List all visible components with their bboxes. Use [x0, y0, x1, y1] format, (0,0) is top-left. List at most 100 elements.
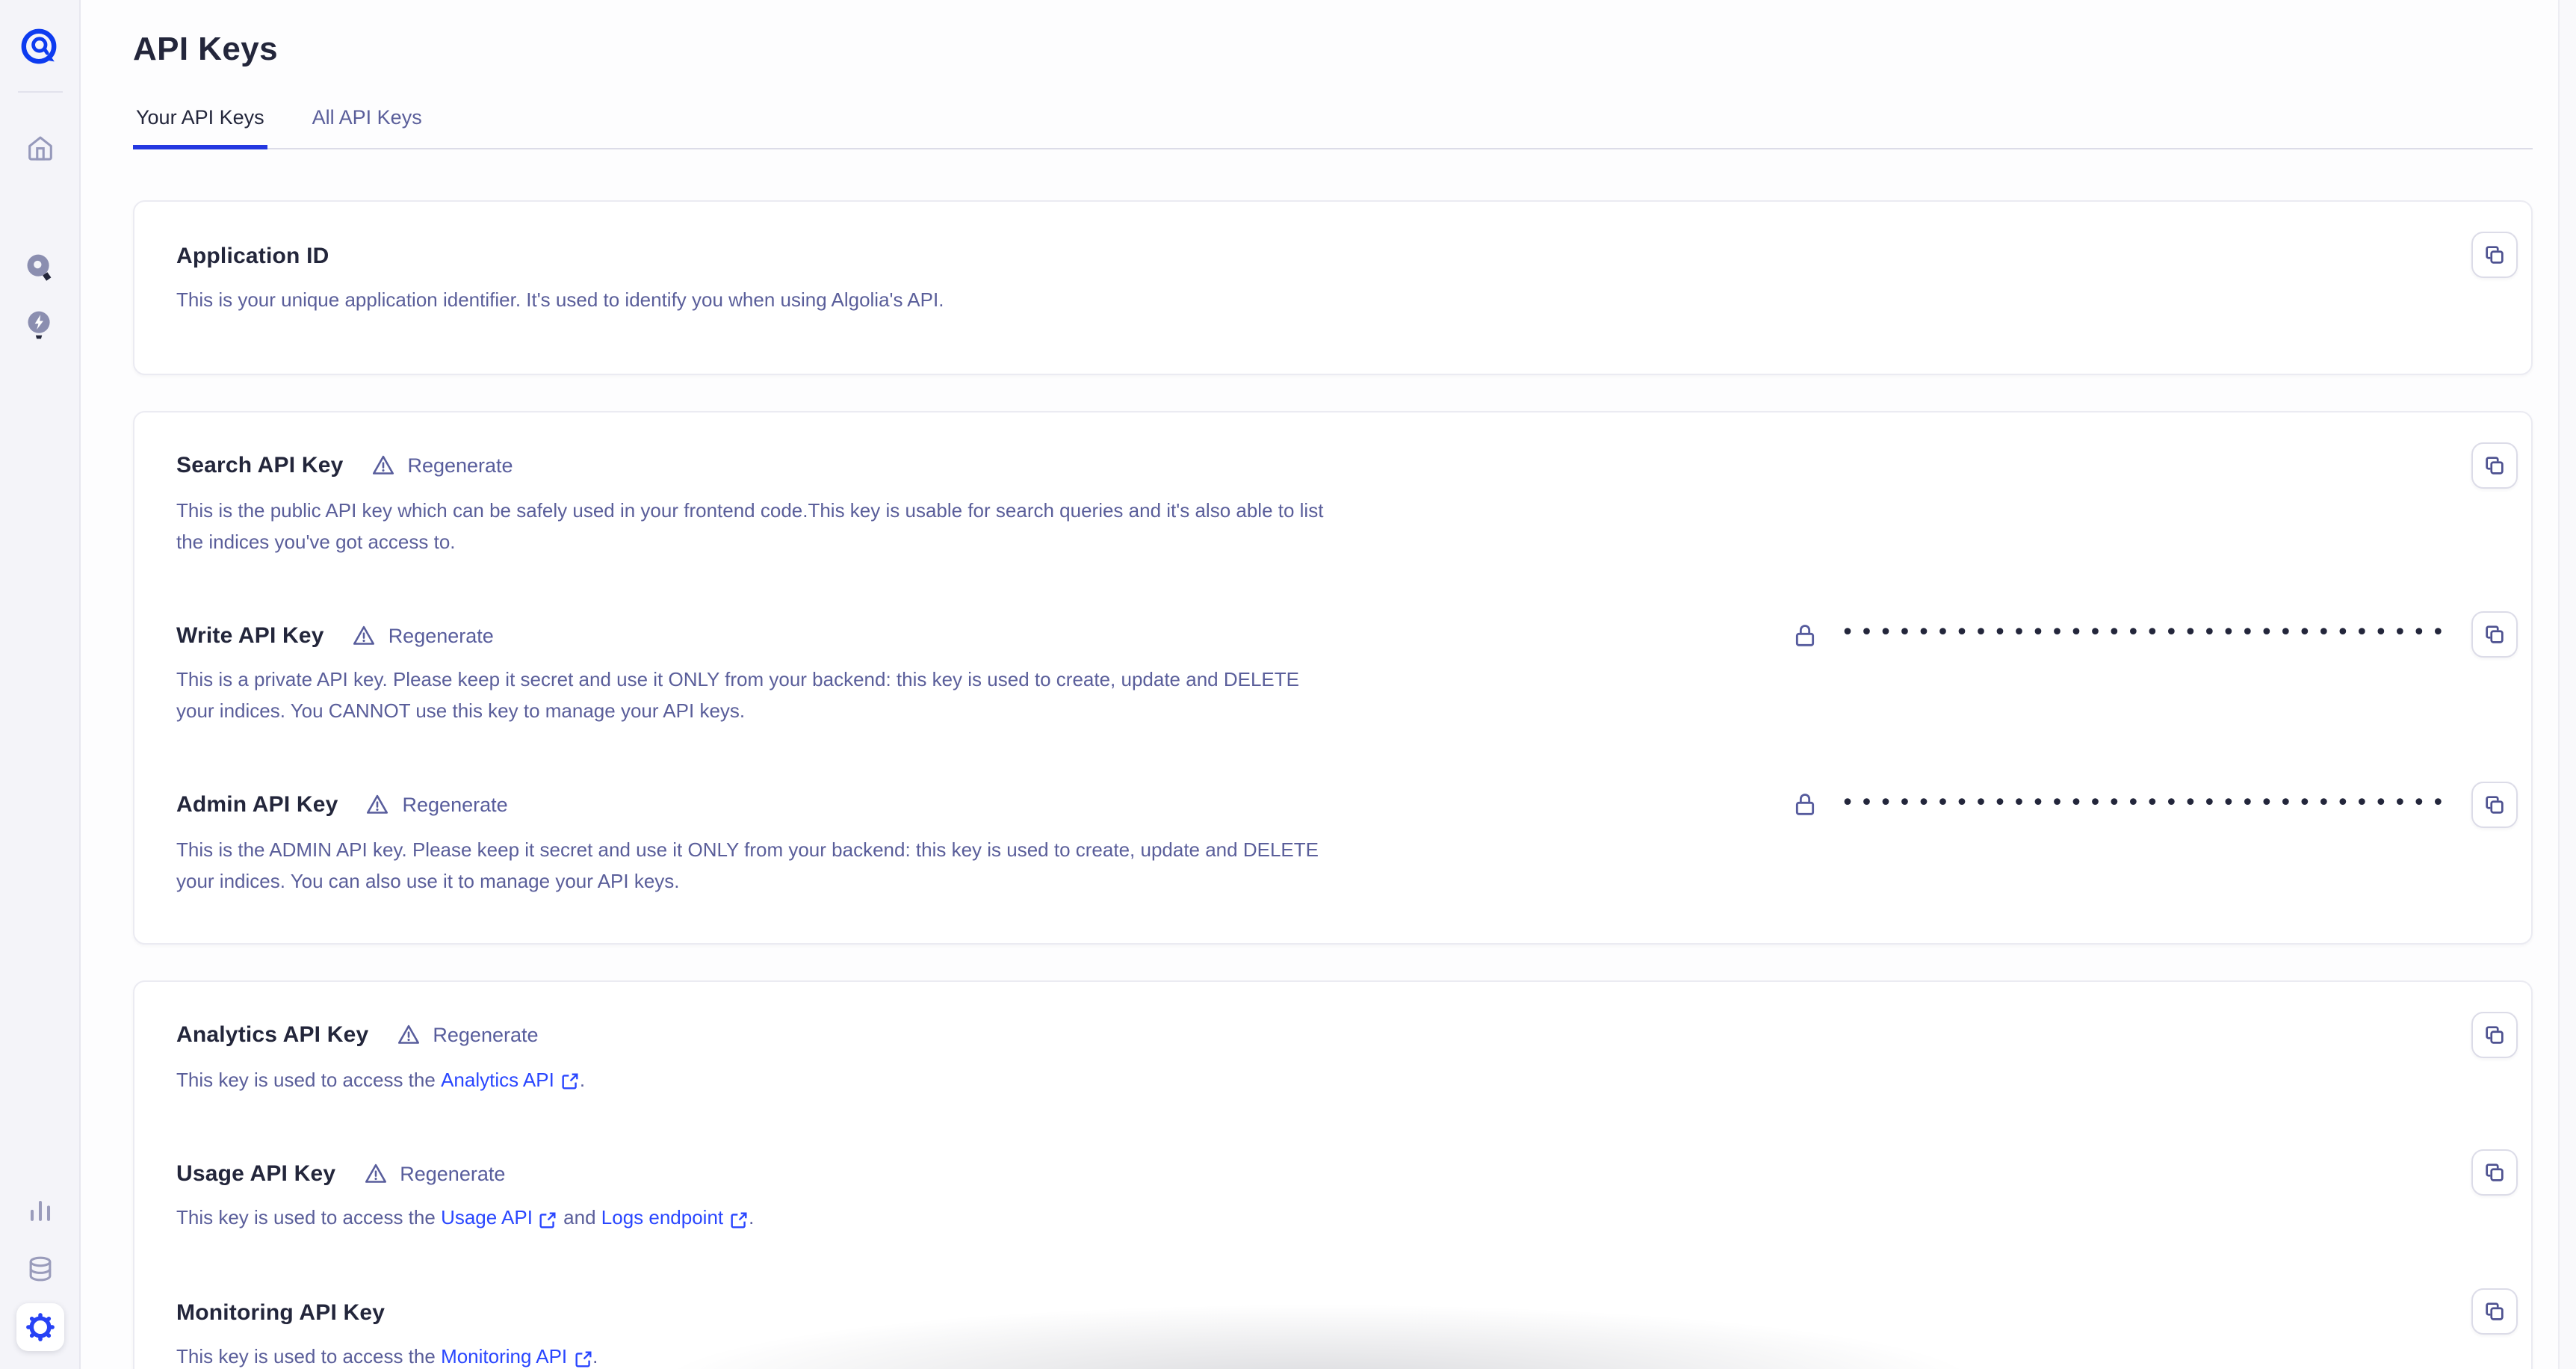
regenerate-analytics-key-button[interactable]: Regenerate	[395, 1022, 538, 1048]
monitoring-api-link[interactable]: Monitoring API	[441, 1342, 592, 1369]
masked-api-key-value: ••••••••••••••••••••••••••••••••	[1841, 622, 2450, 645]
usage-api-key-description: This key is used to access the Usage API…	[176, 1204, 754, 1235]
copy-icon	[2482, 1299, 2507, 1324]
copy-button[interactable]	[2471, 232, 2518, 278]
sidebar-middle-group	[16, 244, 64, 348]
regenerate-label: Regenerate	[388, 625, 494, 647]
warning-icon	[362, 1161, 388, 1187]
copy-button[interactable]	[2471, 782, 2518, 828]
application-id-description: This is your unique application identifi…	[176, 285, 944, 317]
external-link-icon	[729, 1211, 749, 1230]
section-title-application-id: Application ID	[176, 243, 329, 268]
sidebar-item-data[interactable]	[16, 1245, 64, 1293]
regenerate-search-key-button[interactable]: Regenerate	[370, 454, 513, 479]
regenerate-label: Regenerate	[400, 1163, 505, 1185]
regenerate-label: Regenerate	[403, 794, 508, 817]
section-title-write-api-key: Write API Key	[176, 623, 324, 649]
usage-api-link[interactable]: Usage API	[441, 1204, 558, 1235]
tab-all-api-keys[interactable]: All API Keys	[309, 106, 425, 149]
description-text: This key is used to access the	[176, 1207, 441, 1229]
write-api-key-description: This is a private API key. Please keep i…	[176, 666, 1342, 728]
section-title-usage-api-key: Usage API Key	[176, 1161, 335, 1187]
sidebar-item-search[interactable]	[16, 244, 64, 291]
regenerate-admin-key-button[interactable]: Regenerate	[365, 793, 508, 818]
section-title-search-api-key: Search API Key	[176, 454, 343, 479]
copy-icon	[2482, 242, 2507, 268]
copy-icon	[2482, 1022, 2507, 1047]
description-text: .	[749, 1207, 754, 1229]
external-link-icon	[560, 1072, 580, 1091]
sidebar-item-recommend[interactable]	[16, 300, 64, 348]
secondary-api-keys-card: Analytics API Key Regenerate This key is…	[133, 980, 2533, 1369]
copy-button[interactable]	[2471, 1288, 2518, 1335]
tab-your-api-keys[interactable]: Your API Keys	[133, 106, 267, 149]
sidebar-item-analytics[interactable]	[16, 1187, 64, 1234]
scrollbar-gutter	[2558, 0, 2576, 1369]
main-content: API Keys Your API Keys All API Keys Appl…	[81, 0, 2576, 1369]
regenerate-label: Regenerate	[407, 455, 513, 478]
section-title-admin-api-key: Admin API Key	[176, 793, 338, 818]
monitoring-api-key-section: Monitoring API Key This key is used to a…	[176, 1297, 2518, 1369]
warning-icon	[365, 793, 391, 818]
gear-icon	[23, 1311, 56, 1344]
copy-button[interactable]	[2471, 1150, 2518, 1196]
sidebar	[0, 0, 81, 1369]
copy-icon	[2482, 1161, 2507, 1186]
copy-button[interactable]	[2471, 442, 2518, 489]
regenerate-label: Regenerate	[433, 1024, 538, 1046]
description-text: and	[558, 1207, 601, 1229]
sidebar-item-home[interactable]	[16, 124, 64, 172]
sidebar-item-settings[interactable]	[16, 1303, 64, 1351]
lock-icon	[1790, 620, 1820, 650]
lightbulb-bolt-icon	[22, 307, 57, 342]
copy-icon	[2482, 453, 2507, 478]
admin-api-key-description: This is the ADMIN API key. Please keep i…	[176, 835, 1342, 897]
analytics-api-key-section: Analytics API Key Regenerate This key is…	[176, 1020, 2518, 1096]
copy-icon	[2482, 622, 2507, 648]
copy-icon	[2482, 792, 2507, 818]
application-id-card: Application ID This is your unique appli…	[133, 200, 2533, 375]
external-link-icon	[539, 1211, 558, 1230]
algolia-logo[interactable]	[17, 24, 62, 69]
application-id-section: Application ID This is your unique appli…	[176, 241, 2518, 317]
lock-icon	[1790, 790, 1820, 820]
search-magnifier-icon	[22, 250, 57, 285]
link-label: Logs endpoint	[601, 1204, 723, 1235]
admin-api-key-section: Admin API Key Regenerate This is the ADM…	[176, 791, 2518, 897]
main-api-keys-card: Search API Key Regenerate This is the pu…	[133, 411, 2533, 945]
warning-icon	[395, 1022, 421, 1048]
monitoring-api-key-description: This key is used to access the Monitorin…	[176, 1342, 598, 1369]
regenerate-usage-key-button[interactable]: Regenerate	[362, 1161, 505, 1187]
section-title-monitoring-api-key: Monitoring API Key	[176, 1300, 385, 1325]
description-text: This key is used to access the	[176, 1068, 441, 1090]
tab-bar: Your API Keys All API Keys	[133, 106, 2533, 149]
link-label: Monitoring API	[441, 1342, 567, 1369]
bar-chart-icon	[23, 1194, 56, 1227]
warning-icon	[370, 454, 395, 479]
regenerate-write-key-button[interactable]: Regenerate	[351, 623, 494, 649]
warning-icon	[351, 623, 377, 649]
section-title-analytics-api-key: Analytics API Key	[176, 1022, 368, 1048]
sidebar-divider	[17, 91, 62, 93]
description-text: .	[580, 1068, 585, 1090]
copy-button[interactable]	[2471, 612, 2518, 658]
masked-api-key-value: ••••••••••••••••••••••••••••••••	[1841, 792, 2450, 815]
link-label: Usage API	[441, 1204, 533, 1235]
page-title: API Keys	[133, 30, 2533, 69]
analytics-api-key-description: This key is used to access the Analytics…	[176, 1065, 585, 1096]
external-link-icon	[573, 1349, 592, 1368]
link-label: Analytics API	[441, 1065, 554, 1096]
home-icon	[23, 132, 56, 164]
logs-endpoint-link[interactable]: Logs endpoint	[601, 1204, 749, 1235]
usage-api-key-section: Usage API Key Regenerate This key is use…	[176, 1159, 2518, 1235]
description-text: This key is used to access the	[176, 1345, 441, 1368]
search-api-key-section: Search API Key Regenerate This is the pu…	[176, 451, 2518, 558]
analytics-api-link[interactable]: Analytics API	[441, 1065, 580, 1096]
sidebar-bottom-group	[16, 1187, 64, 1351]
description-text: .	[592, 1345, 598, 1368]
write-api-key-section: Write API Key Regenerate This is a priva…	[176, 621, 2518, 728]
copy-button[interactable]	[2471, 1011, 2518, 1057]
search-api-key-description: This is the public API key which can be …	[176, 496, 1342, 558]
algolia-logo-icon	[19, 26, 60, 67]
api-keys-screen: API Keys Your API Keys All API Keys Appl…	[0, 0, 2576, 1369]
